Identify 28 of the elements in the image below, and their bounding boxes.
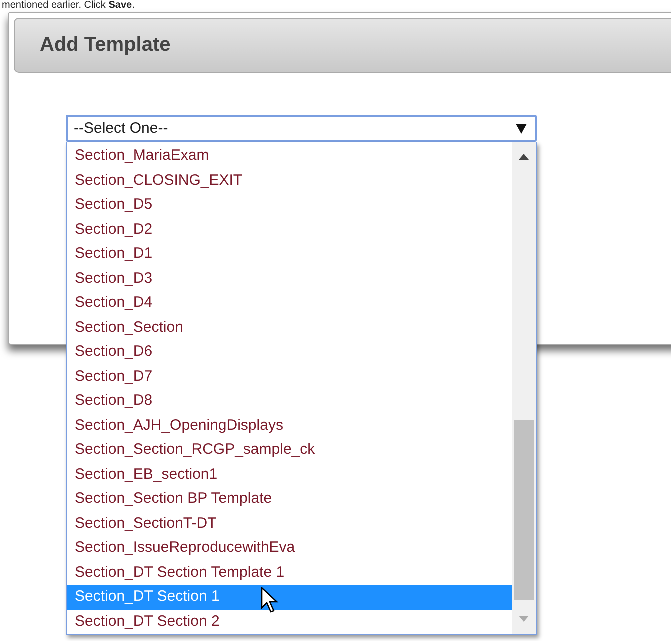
dropdown-option[interactable]: Section_D5 (67, 193, 512, 218)
dropdown-option[interactable]: Section_SectionT-DT (67, 512, 512, 536)
dropdown-option[interactable]: Section_D3 (67, 266, 512, 291)
scrollbar[interactable] (512, 142, 536, 634)
dropdown-option[interactable]: Section_CLOSING_EXIT (67, 168, 512, 193)
dropdown-option[interactable]: Section_D2 (67, 218, 512, 242)
dropdown-option[interactable]: Section_Section BP Template (67, 487, 512, 512)
dropdown-option[interactable]: Section_EB_section1 (67, 462, 512, 487)
instruction-text: mentioned earlier. Click Save. (1, 0, 136, 11)
mouse-cursor-icon (261, 587, 279, 613)
dropdown-option[interactable]: Section_D6 (67, 340, 512, 364)
dropdown-option[interactable]: Section_Section (67, 316, 512, 340)
dropdown-option[interactable]: Section_DT Section 2 (67, 610, 512, 634)
dropdown-option[interactable]: Section_D7 (67, 364, 512, 389)
scroll-down-icon[interactable] (519, 616, 529, 622)
dropdown-arrow-icon (516, 124, 527, 134)
dropdown-option[interactable]: Section_D4 (67, 291, 512, 316)
dropdown-option[interactable]: Section_AJH_OpeningDisplays (67, 414, 512, 438)
dropdown-option[interactable]: Section_D1 (67, 242, 512, 266)
dropdown-option[interactable]: Section_DT Section Template 1 (67, 560, 512, 585)
dropdown-option[interactable]: Section_MariaExam (67, 144, 512, 168)
scrollbar-thumb[interactable] (514, 420, 534, 600)
dropdown-option[interactable]: Section_Section_RCGP_sample_ck (67, 438, 512, 462)
dialog-title: Add Template (40, 34, 171, 57)
template-select[interactable]: --Select One-- (66, 115, 537, 142)
scroll-up-icon[interactable] (519, 154, 529, 160)
dropdown-option[interactable]: Section_D8 (67, 389, 512, 414)
dropdown-option[interactable]: Section_IssueReproducewithEva (67, 536, 512, 560)
